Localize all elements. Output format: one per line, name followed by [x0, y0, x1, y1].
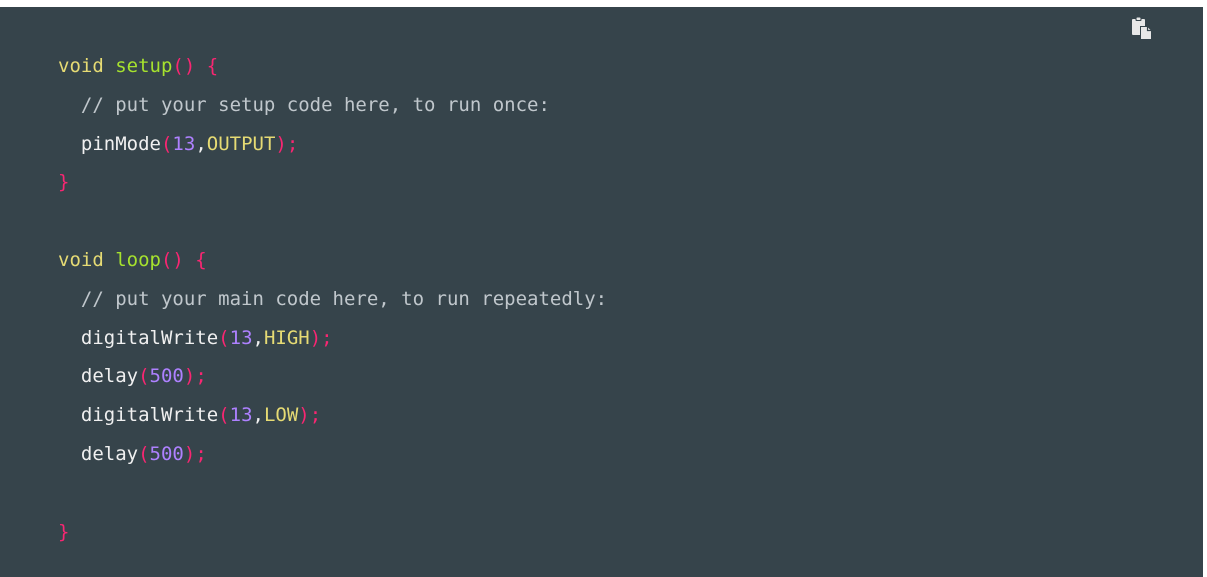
- code-token-punctuation: );: [298, 404, 322, 427]
- code-line: void loop() {: [58, 241, 1203, 280]
- code-token-number: 500: [149, 365, 184, 388]
- code-token-plain: ,: [195, 132, 207, 155]
- code-token-punctuation: );: [183, 365, 207, 388]
- code-token-number: 500: [149, 442, 184, 465]
- code-line: delay(500);: [58, 435, 1203, 474]
- code-token-plain: ,: [252, 404, 264, 427]
- code-token-punctuation: () {: [160, 248, 207, 271]
- code-token-punctuation: (: [218, 326, 230, 349]
- code-token-constant: LOW: [263, 404, 299, 427]
- code-token-plain: ,: [252, 326, 264, 349]
- code-token-punctuation: );: [183, 442, 207, 465]
- code-token-number: 13: [229, 326, 253, 349]
- code-token-punctuation: );: [309, 326, 333, 349]
- code-token-punctuation: }: [58, 171, 70, 194]
- code-token-comment: // put your setup code here, to run once…: [80, 93, 550, 116]
- code-line: digitalWrite(13,LOW);: [58, 396, 1203, 435]
- code-token-plain: digitalWrite: [80, 404, 219, 427]
- code-token-keyword: void: [58, 55, 104, 77]
- code-token-constant: HIGH: [263, 326, 310, 349]
- code-token-punctuation: (: [160, 132, 173, 155]
- code-line: // put your setup code here, to run once…: [58, 86, 1203, 125]
- code-line: }: [58, 163, 1203, 202]
- code-token-punctuation: (: [218, 404, 230, 427]
- code-line: delay(500);: [58, 357, 1203, 396]
- copy-button[interactable]: [1130, 17, 1154, 41]
- code-token-number: 13: [229, 404, 253, 427]
- code-line: void setup() {: [58, 47, 1203, 86]
- code-token-punctuation: (: [138, 442, 150, 465]
- code-token-constant: OUTPUT: [206, 132, 276, 155]
- code-token-punctuation: (: [138, 365, 150, 388]
- code-token-plain: delay: [80, 442, 139, 465]
- code-token-plain: delay: [80, 365, 139, 388]
- code-line: }: [58, 513, 1203, 552]
- code-token-plain: pinMode: [80, 132, 161, 155]
- code-token-function: setup: [115, 55, 173, 77]
- code-token-punctuation: () {: [172, 55, 219, 77]
- code-line: digitalWrite(13,HIGH);: [58, 319, 1203, 358]
- code-block: void setup() { // put your setup code he…: [0, 7, 1203, 577]
- code-token-punctuation: );: [275, 132, 299, 155]
- code-token-punctuation: }: [58, 520, 70, 543]
- code-token-function: loop: [115, 248, 161, 271]
- code-content: void setup() { // put your setup code he…: [58, 47, 1203, 551]
- code-line: // put your main code here, to run repea…: [58, 280, 1203, 319]
- code-token-number: 13: [172, 132, 196, 155]
- code-token-comment: // put your main code here, to run repea…: [80, 287, 608, 310]
- code-token-plain: digitalWrite: [80, 326, 219, 349]
- code-token-keyword: void: [58, 248, 104, 271]
- code-line: pinMode(13,OUTPUT);: [58, 125, 1203, 164]
- copy-icon: [1132, 17, 1152, 40]
